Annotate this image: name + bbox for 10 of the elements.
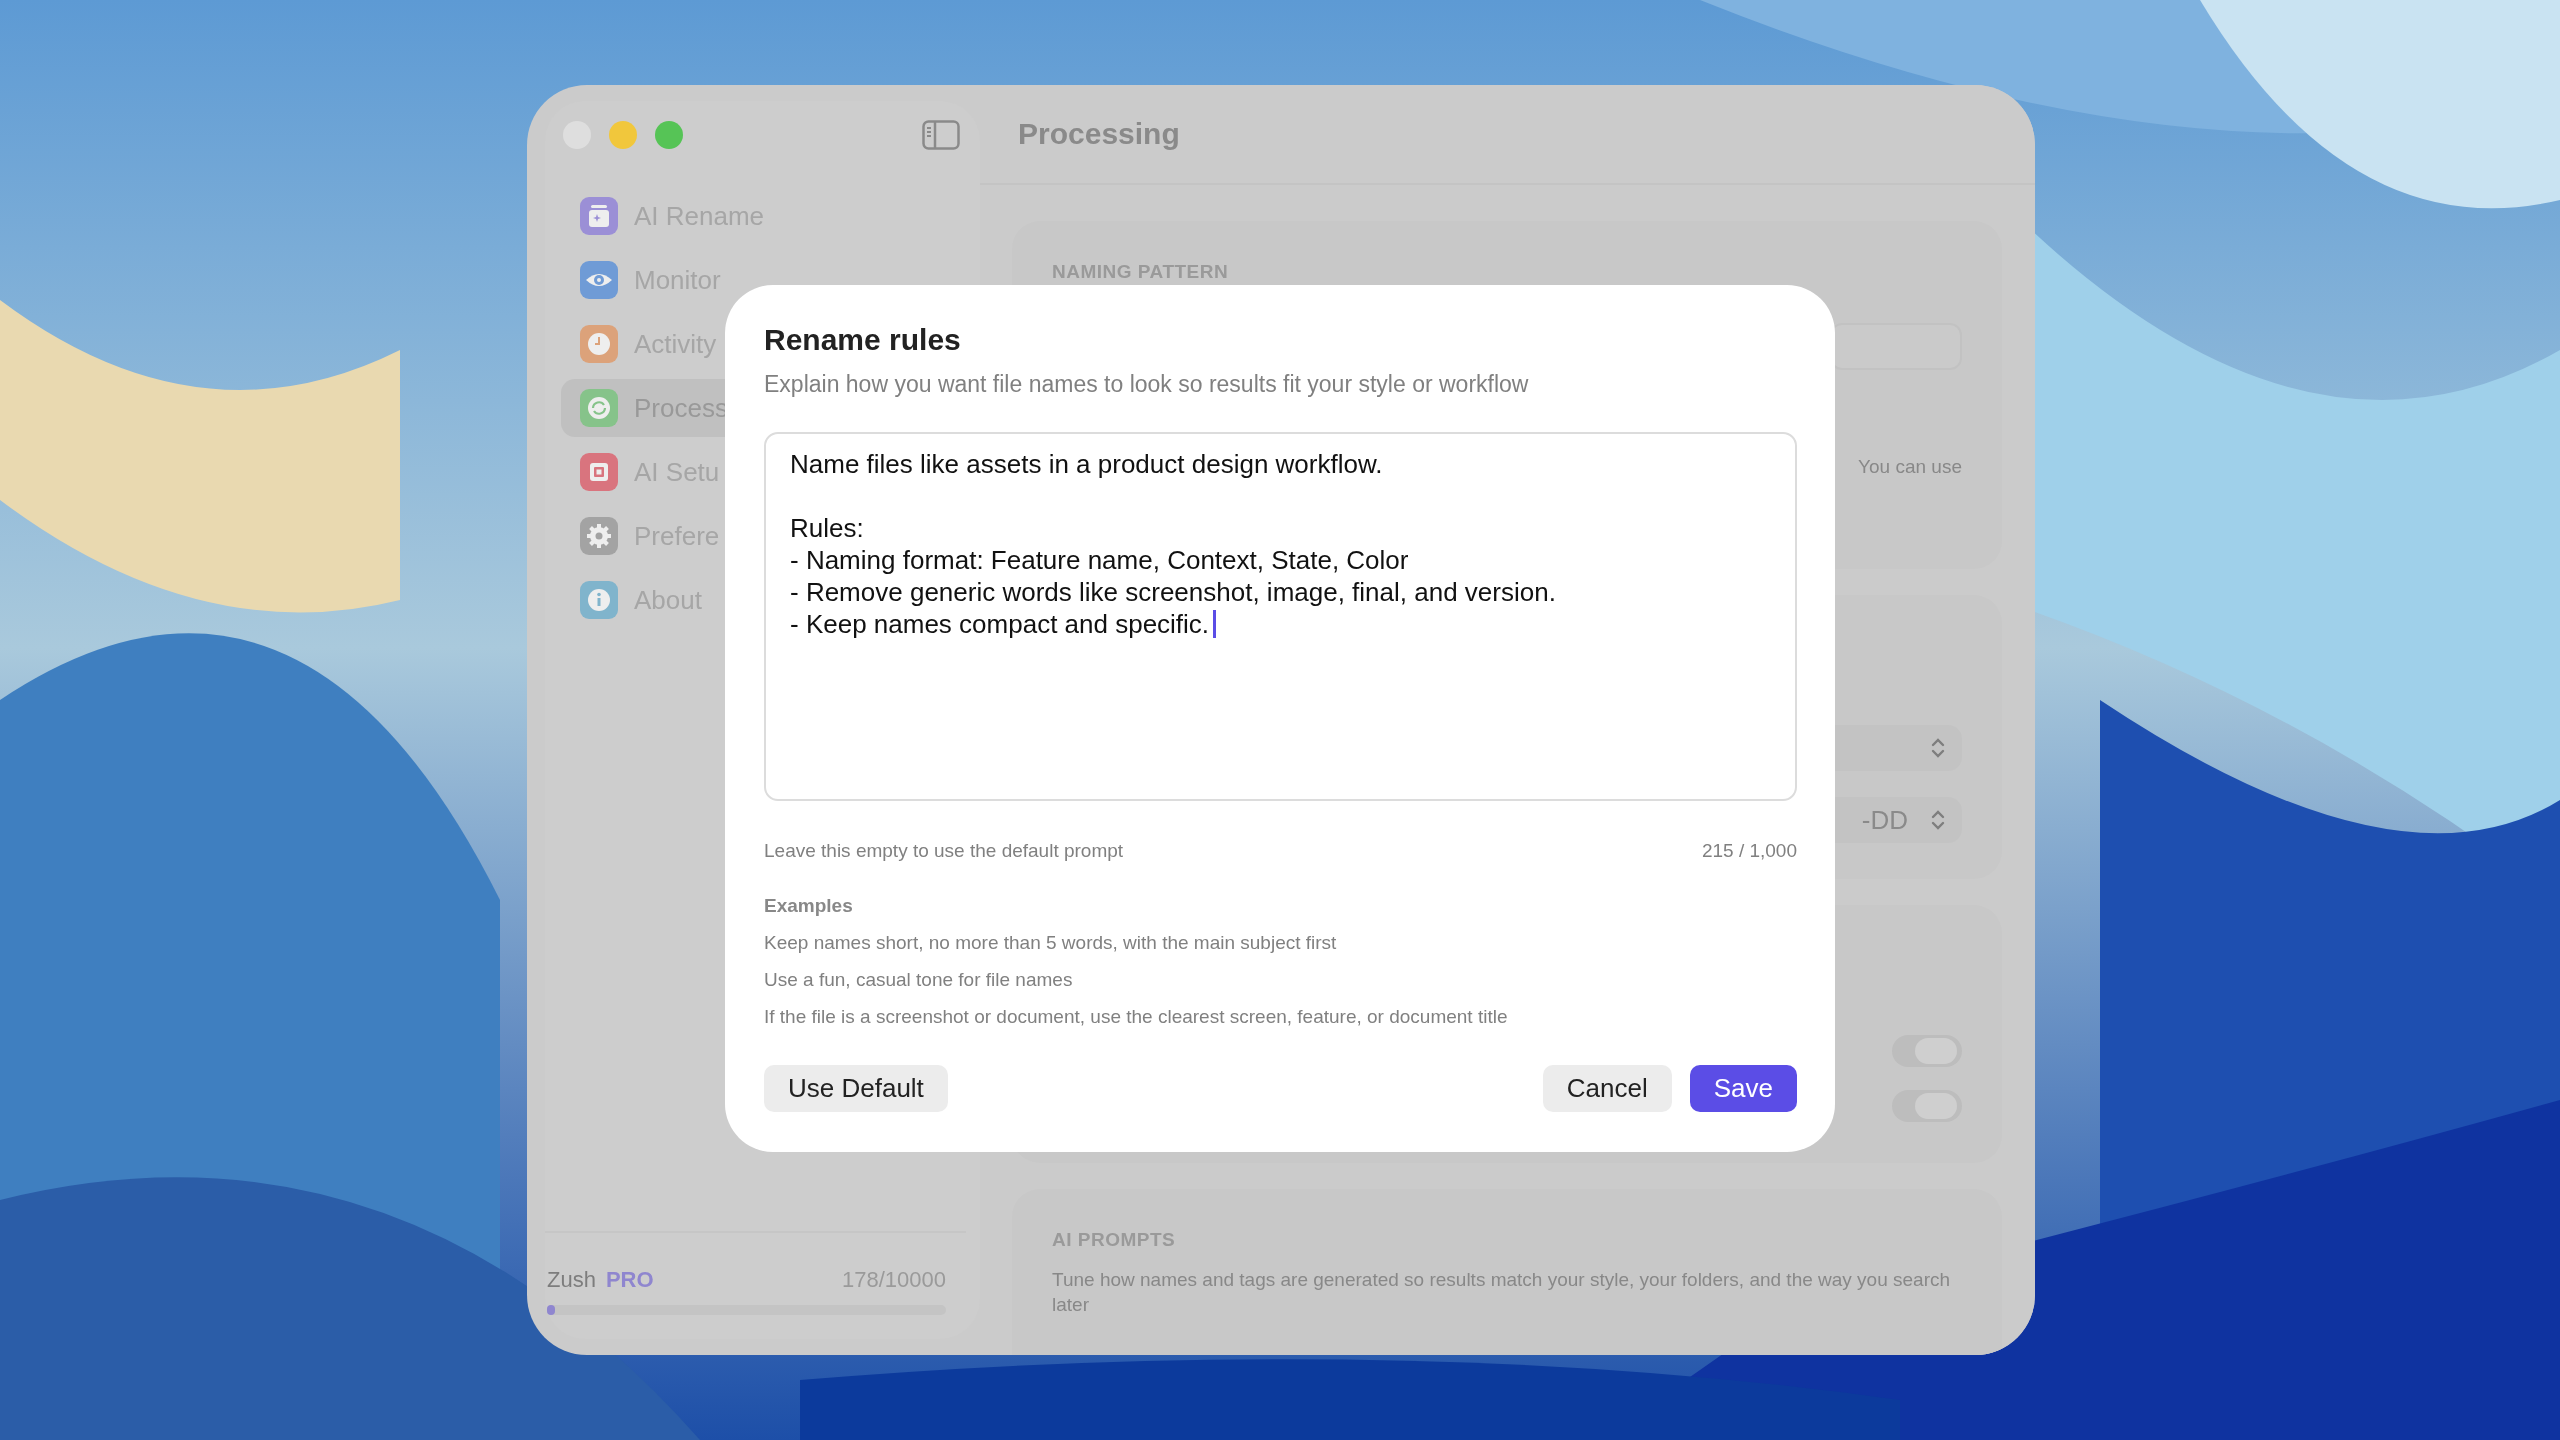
- hint-text: Leave this empty to use the default prompt: [764, 840, 1124, 862]
- dialog-subtitle: Explain how you want file names to look so results fit your style or workflow: [764, 371, 1530, 398]
- hint-text: You can use: [1858, 456, 1962, 478]
- character-count: 215 / 1,000: [1701, 840, 1797, 862]
- app-name: Zush: [547, 1267, 596, 1293]
- dialog-title: Rename rules: [764, 323, 962, 357]
- page-title: Processing: [1018, 117, 1180, 151]
- plan-label: PRO: [605, 1267, 654, 1293]
- examples-heading: Examples: [764, 895, 854, 917]
- section-description: Tune how names and tags are generated so results match your style, your folders, and the way you search later: [1052, 1268, 1952, 1317]
